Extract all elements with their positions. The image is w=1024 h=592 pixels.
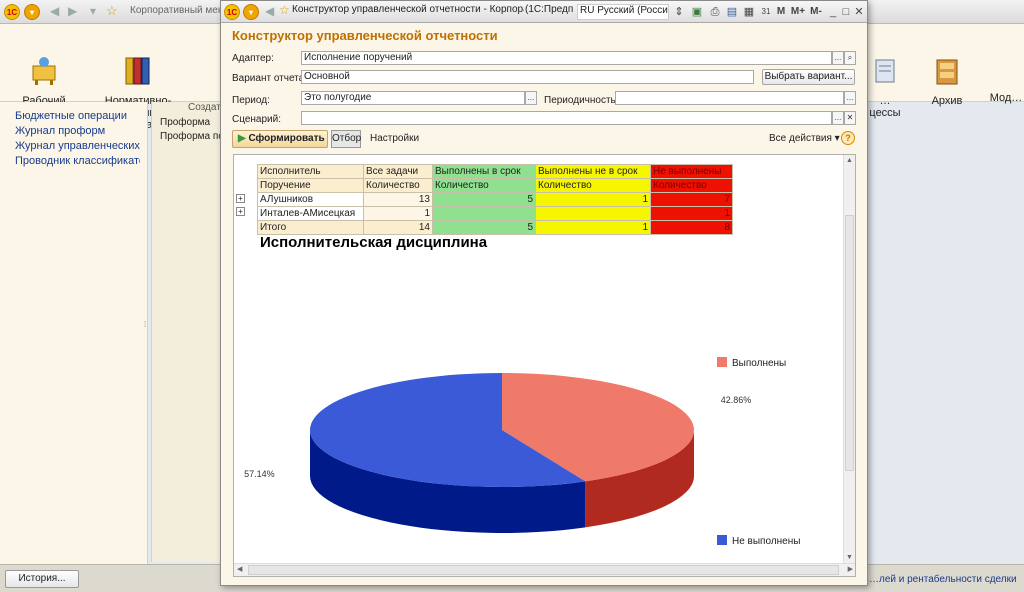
toolbar-label: Архив [931,95,963,107]
window-tab-title: Конструктор управленческой отчетности - … [292,4,524,15]
window-titlebar: 1С ▾ ◀ ☆ Конструктор управленческой отче… [221,1,867,23]
horizontal-scroll-thumb[interactable] [248,565,839,575]
memory-m-button[interactable]: M [773,4,789,20]
pie-chart: 42.86% 57.14% Выполнены Не выполнены [244,357,800,547]
legend-label: Не выполнены [732,536,800,547]
adapter-label: Адаптер: [232,53,274,64]
nav-management-journal[interactable]: Журнал управленческих п... [15,139,140,154]
memory-mplus-button[interactable]: M+ [789,4,807,20]
toolbar-processes[interactable]: …цессы [865,54,905,119]
all-actions-menu[interactable]: Все действия ▾ [769,133,840,144]
toolbar-archive[interactable]: Архив [922,54,972,107]
nav-budget-operations[interactable]: Бюджетные операции [15,109,140,124]
scenario-label: Сценарий: [232,114,281,125]
app-logo-icon[interactable]: 1С [4,4,20,20]
window-menu-icon[interactable]: ▾ [243,4,259,20]
legend-swatch [717,535,727,545]
create-proforma[interactable]: Проформа [160,117,210,128]
status-link[interactable]: …лей и рентабельности сделки [869,574,1017,585]
calendar-icon[interactable]: 31 [758,4,774,20]
toolbar-label: Мод… [989,92,1023,104]
save-icon[interactable]: ▣ [689,4,705,20]
desktop-icon [32,57,56,85]
adapter-field[interactable]: Исполнение поручений [301,51,832,65]
window-back-icon[interactable]: ◀ [265,4,274,18]
period-field[interactable]: Это полугодие [301,91,525,105]
generate-button[interactable]: ▶ Сформировать [232,130,328,148]
settings-button[interactable]: Настройки [370,133,419,144]
left-nav-panel: Бюджетные операции Журнал проформ Журнал… [0,102,148,564]
nav-proforma-journal[interactable]: Журнал проформ [15,124,140,139]
vertical-scroll-thumb[interactable] [845,215,854,471]
back-icon[interactable]: ◀ [50,4,59,18]
command-bar: ▶ Сформировать Отбор Настройки Все дейст… [232,130,856,150]
periodicity-select-button[interactable]: ... [844,91,856,105]
legend-swatch [717,357,727,367]
close-icon[interactable]: ✕ [851,4,867,20]
adapter-search-icon[interactable]: ⌕ [844,51,856,65]
variant-label: Вариант отчета: [232,73,307,84]
history-button[interactable]: История... [5,570,79,588]
create-panel: Создат… Проформа Проформа по [151,102,231,562]
period-select-button[interactable]: ... [525,91,537,105]
pie-value-label: 42.86% [721,395,752,405]
forward-icon[interactable]: ▶ [68,4,77,18]
window-tab-2: (1С:Предпр [525,4,573,15]
vertical-scrollbar[interactable]: ▲ ▼ [843,155,855,563]
create-proforma-by[interactable]: Проформа по [160,131,224,142]
window-star-icon[interactable]: ☆ [279,3,290,17]
adapter-select-button[interactable]: ... [832,51,844,65]
report-window: 1С ▾ ◀ ☆ Конструктор управленческой отче… [220,0,868,586]
splitter-handle[interactable]: ⁞ [144,320,146,329]
period-label: Период: [232,95,270,106]
scenario-select-button[interactable]: ... [832,111,844,125]
periodicity-label: Периодичность: [544,95,619,106]
archive-icon [936,59,958,85]
main-menu-icon[interactable]: ▾ [24,4,40,20]
legend-label: Выполнены [732,358,786,369]
scenario-clear-icon[interactable]: ✕ [844,111,856,125]
scenario-field[interactable] [301,111,832,125]
periodicity-field[interactable] [615,91,844,105]
language-indicator[interactable]: RU Русский (Россия) [577,4,669,20]
help-icon[interactable]: ? [841,131,855,145]
document-icon[interactable]: ▤ [724,4,740,20]
play-icon: ▶ [238,133,249,144]
variant-field[interactable]: Основной [301,70,754,84]
pie-value-label: 57.14% [244,469,275,479]
toolbar-modules[interactable]: Мод… [988,54,1024,104]
history-dropdown-icon[interactable]: ▾ [90,4,96,18]
form-title: Конструктор управленческой отчетности [232,28,498,43]
horizontal-scrollbar[interactable]: ◀ ▶ [234,563,855,576]
filter-button[interactable]: Отбор [331,130,361,148]
memory-mminus-button[interactable]: M- [807,4,825,20]
scroll-right-icon[interactable]: ▶ [848,565,853,573]
calculator-icon[interactable]: ▦ [741,4,757,20]
report-area[interactable]: + + Исполнитель Все задачи Выполнены в с… [233,154,856,577]
scroll-left-icon[interactable]: ◀ [237,565,242,573]
tab-switch-icon[interactable]: ⇕ [671,4,687,20]
processes-icon [875,59,895,83]
scroll-down-icon[interactable]: ▼ [846,554,853,561]
generate-label: Сформировать [248,133,325,144]
print-icon[interactable]: ⎙ [707,4,723,20]
scroll-up-icon[interactable]: ▲ [846,157,853,164]
favorites-star-icon[interactable]: ☆ [106,3,118,19]
nav-classifier-explorer[interactable]: Проводник классификатор... [15,154,140,169]
toolbar-label: …цессы [869,95,901,119]
window-logo-icon[interactable]: 1С [224,4,240,20]
select-variant-button[interactable]: Выбрать вариант... [762,69,855,85]
books-icon [125,57,150,85]
